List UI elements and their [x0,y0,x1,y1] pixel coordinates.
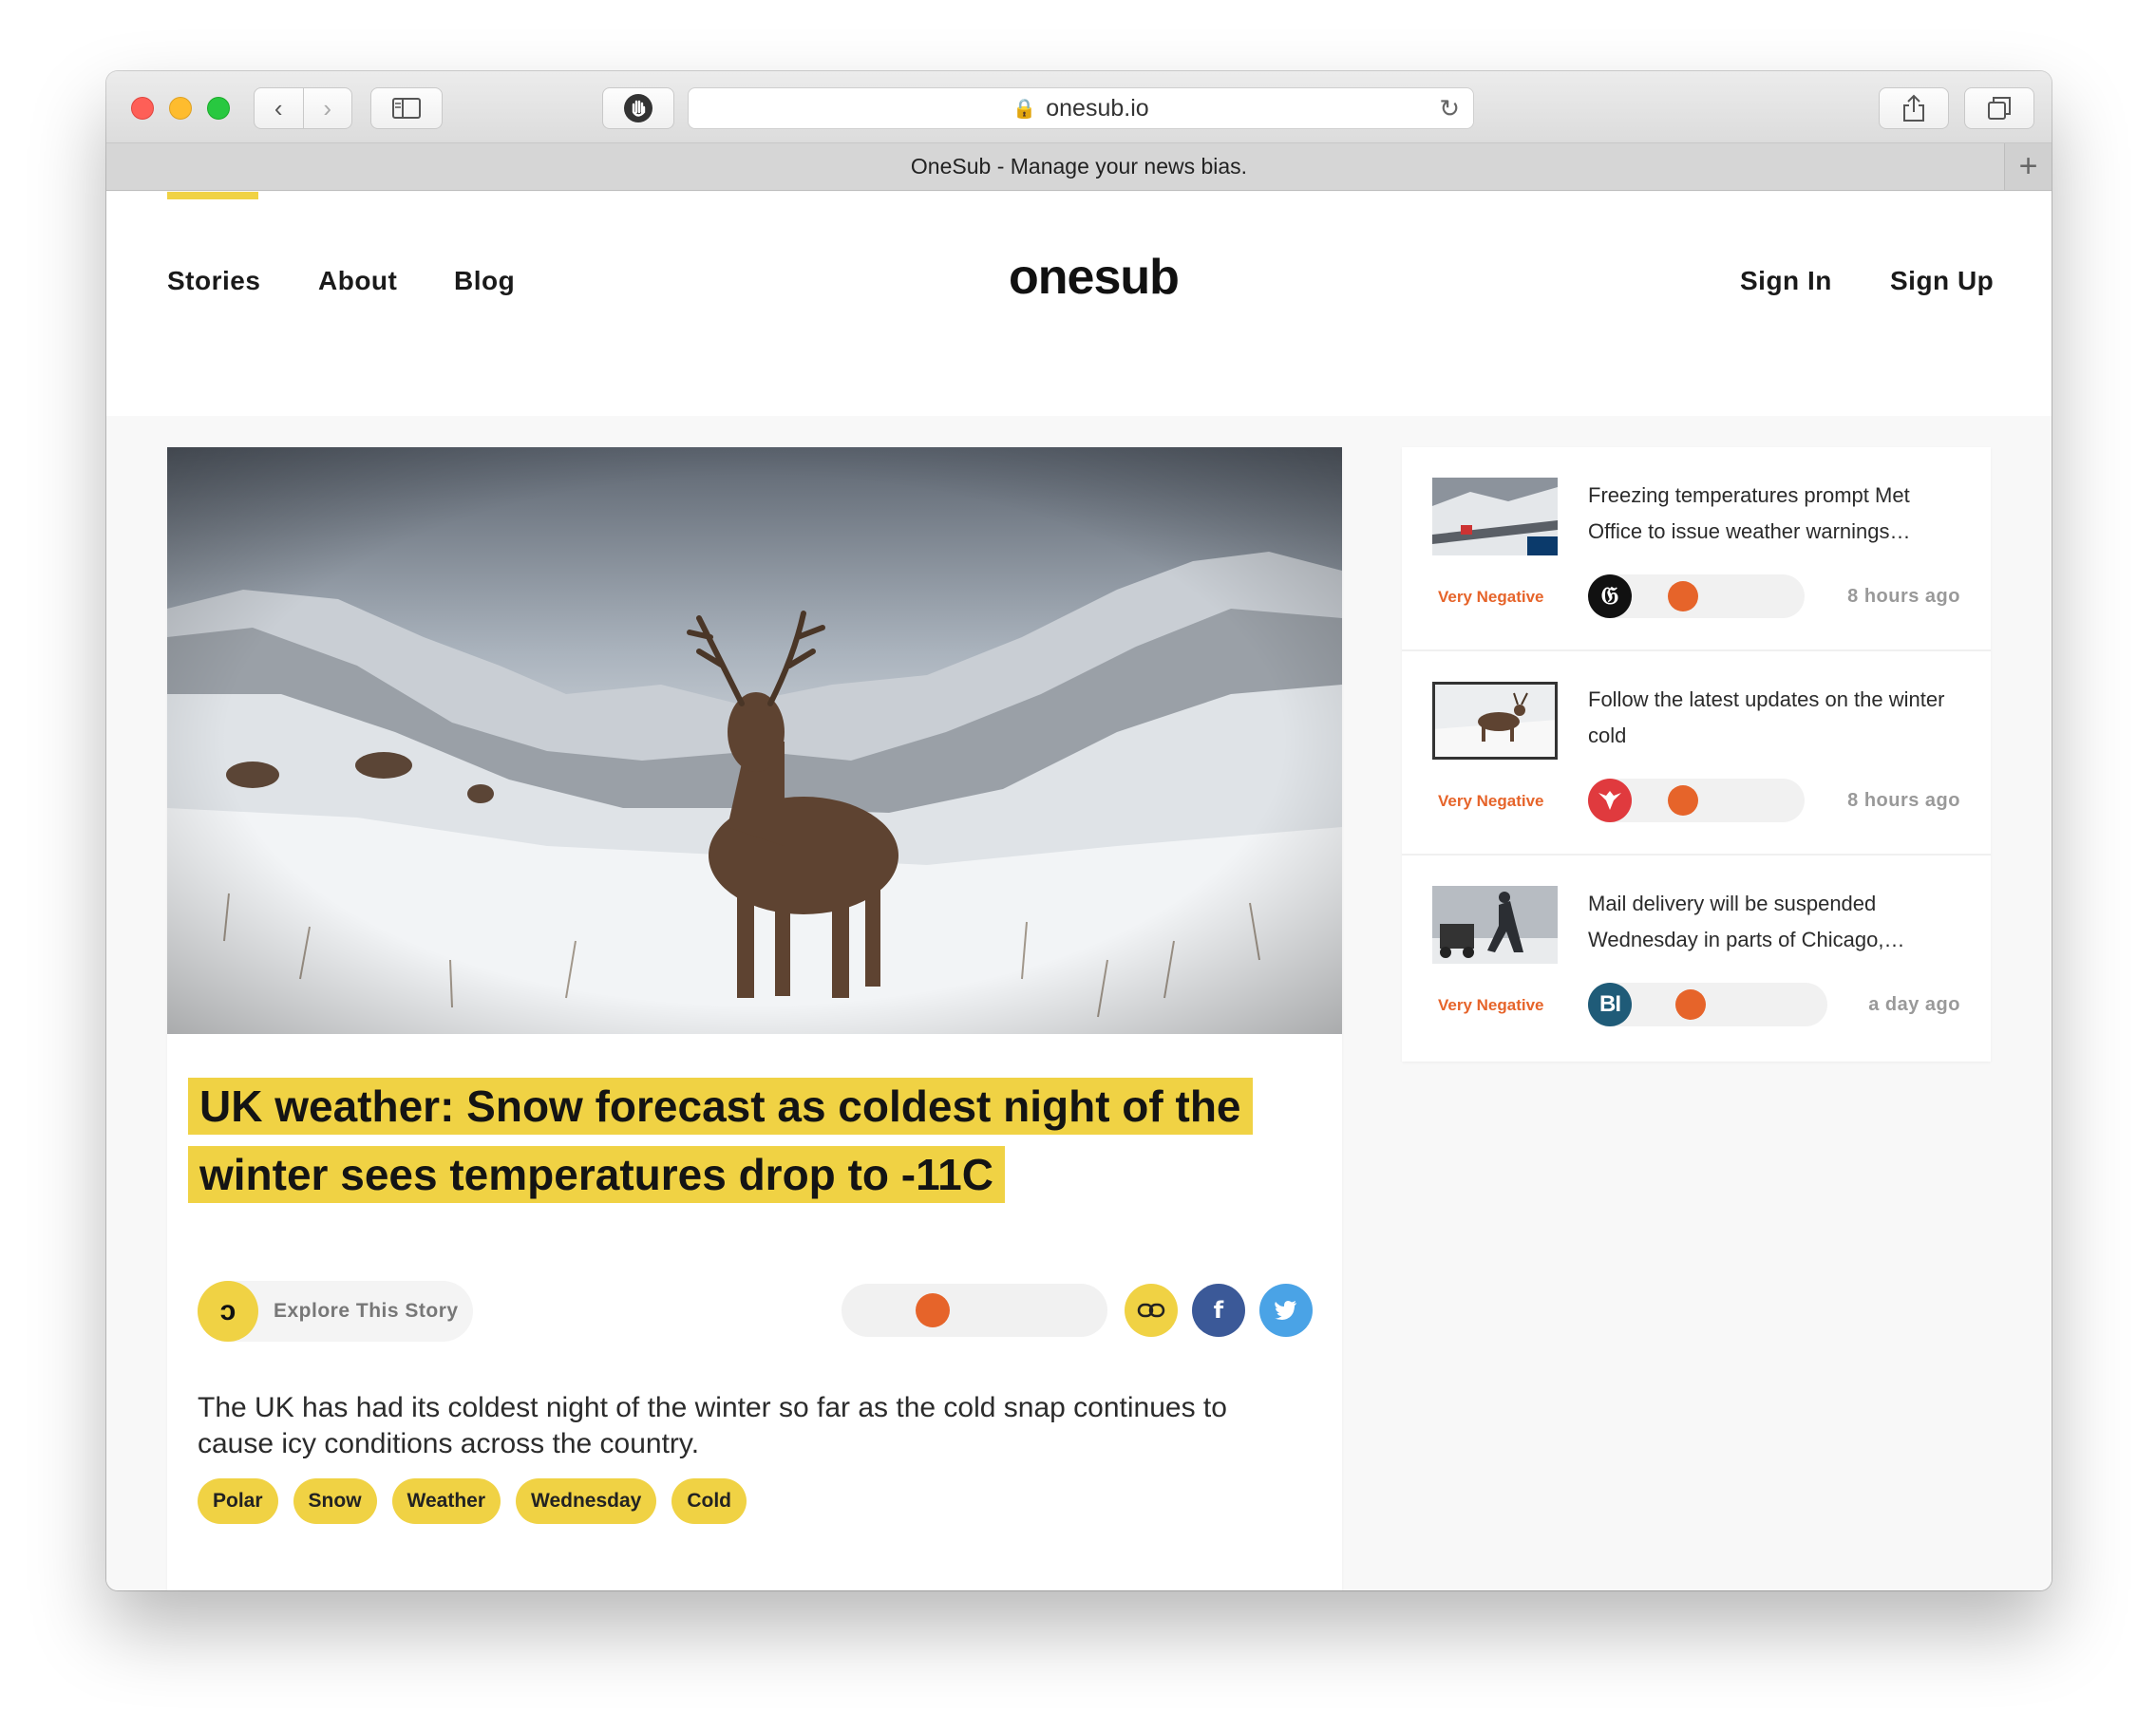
timestamp: 8 hours ago [1847,586,1960,607]
site-logo[interactable]: onesub [1009,249,1180,306]
independent-eagle-icon [1588,779,1632,822]
explore-label: Explore This Story [274,1300,459,1322]
hand-shield-icon [624,94,652,122]
tab-bar: OneSub - Manage your news bias. + [106,143,2052,191]
tag-chip[interactable]: Weather [391,1478,501,1524]
related-coverage-list: Freezing temperatures prompt Met Office … [1402,447,1991,1062]
sign-up-link[interactable]: Sign Up [1890,266,1994,296]
nav-stories[interactable]: Stories [167,266,260,296]
privacy-extension-button[interactable] [602,87,674,129]
featured-story-card: UK weather: Snow forecast as coldest nig… [167,447,1342,1590]
article-title[interactable]: Freezing temperatures prompt Met Office … [1588,478,1968,550]
twitter-share-button[interactable] [1259,1284,1313,1337]
browser-toolbar: ‹ › 🔒 onesub.io ↻ [106,71,2052,143]
sentiment-indicator [1674,989,1706,1020]
site-header: Stories About Blog onesub Sign In Sign U… [106,192,2052,416]
sentiment-label: Very Negative [1438,792,1544,810]
sentiment-label: Very Negative [1438,996,1544,1014]
explore-story-button[interactable]: ɔ Explore This Story [198,1281,473,1342]
onesub-mark-icon: ɔ [198,1281,258,1342]
facebook-share-button[interactable]: f [1192,1284,1245,1337]
guardian-logo-icon: 𝔊 [1588,574,1632,618]
tabs-icon [1988,97,2011,120]
tab-overview-button[interactable] [1964,87,2034,129]
lock-icon: 🔒 [1012,98,1037,120]
maximize-window-button[interactable] [207,97,230,120]
list-item[interactable]: Freezing temperatures prompt Met Office … [1402,447,1991,651]
new-tab-icon[interactable]: + [2004,143,2052,190]
facebook-icon: f [1213,1297,1224,1324]
close-window-button[interactable] [131,97,154,120]
tag-list: Polar Snow Weather Wednesday Cold [198,1478,747,1524]
article-thumbnail[interactable] [1432,886,1558,964]
nav-blog[interactable]: Blog [454,266,515,296]
browser-window: ‹ › 🔒 onesub.io ↻ OneSub - Manage your n… [106,71,2052,1590]
address-bar[interactable]: 🔒 onesub.io ↻ [688,87,1474,129]
active-nav-indicator [167,192,258,199]
link-icon [1137,1303,1165,1318]
sentiment-indicator [1668,581,1699,611]
back-icon[interactable]: ‹ [255,88,304,128]
sentiment-label: Very Negative [1438,588,1544,606]
tag-chip[interactable]: Cold [671,1478,747,1524]
sentiment-meter [842,1284,1107,1337]
sentiment-indicator [1668,785,1699,816]
history-nav: ‹ › [254,87,352,129]
sign-in-link[interactable]: Sign In [1740,266,1832,296]
story-summary: The UK has had its coldest night of the … [198,1392,1227,1459]
forward-icon[interactable]: › [304,88,352,128]
timestamp: a day ago [1868,994,1960,1015]
reload-icon[interactable]: ↻ [1439,94,1460,123]
hero-image[interactable] [167,447,1342,1034]
twitter-icon [1275,1301,1296,1320]
business-insider-logo-icon: BI [1588,983,1632,1026]
tag-chip[interactable]: Wednesday [516,1478,657,1524]
timestamp: 8 hours ago [1847,790,1960,811]
tab-title[interactable]: OneSub - Manage your news bias. [911,154,1247,179]
copy-link-button[interactable] [1125,1284,1178,1337]
list-item[interactable]: Mail delivery will be suspended Wednesda… [1402,856,1991,1060]
nav-about[interactable]: About [318,266,397,296]
url-text: onesub.io [1046,94,1149,122]
article-thumbnail[interactable] [1432,478,1558,555]
article-thumbnail[interactable] [1432,682,1558,760]
share-button[interactable] [1879,87,1949,129]
sentiment-indicator [915,1293,950,1327]
share-icon [1903,94,1924,122]
list-item[interactable]: Follow the latest updates on the winter … [1402,651,1991,856]
sidebar-toggle-button[interactable] [370,87,443,129]
article-title[interactable]: Follow the latest updates on the winter … [1588,682,1968,754]
web-page: Stories About Blog onesub Sign In Sign U… [106,192,2052,1590]
tag-chip[interactable]: Polar [198,1478,278,1524]
minimize-window-button[interactable] [169,97,192,120]
tag-chip[interactable]: Snow [293,1478,377,1524]
sidebar-icon [392,98,421,119]
story-headline[interactable]: UK weather: Snow forecast as coldest nig… [188,1072,1290,1209]
article-title[interactable]: Mail delivery will be suspended Wednesda… [1588,886,1968,958]
